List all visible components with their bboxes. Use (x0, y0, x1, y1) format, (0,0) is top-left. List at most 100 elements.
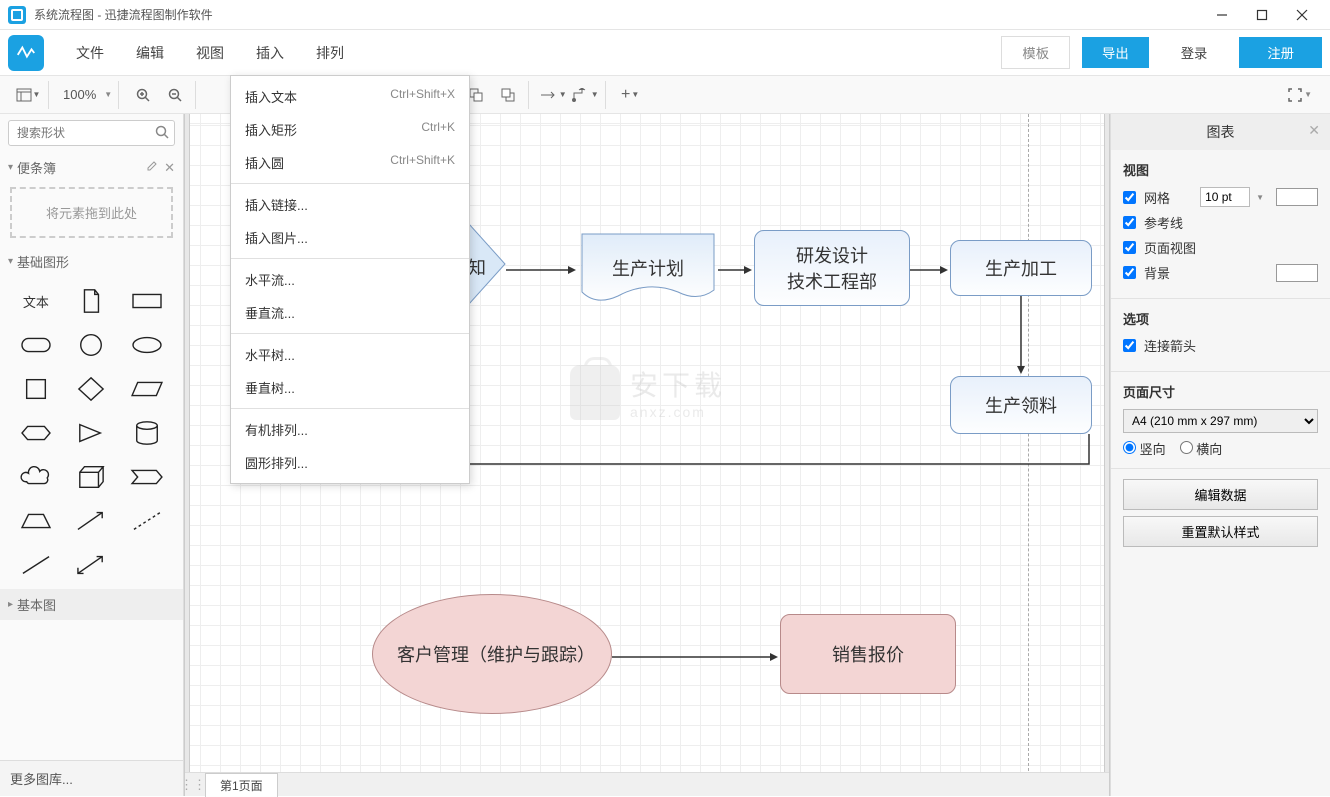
reset-style-button[interactable]: 重置默认样式 (1123, 516, 1318, 547)
background-color-swatch[interactable] (1276, 264, 1318, 282)
close-icon[interactable]: ✕ (164, 160, 175, 176)
shape-circle[interactable] (66, 327, 118, 363)
basic-shapes-header[interactable]: ▾ 基础图形 (0, 246, 183, 277)
menu-view[interactable]: 视图 (180, 37, 240, 69)
menubar: 文件 编辑 视图 插入 排列 模板 导出 登录 注册 (0, 30, 1330, 76)
view-mode-button[interactable]: ▼ (14, 82, 42, 108)
shape-step[interactable] (121, 459, 173, 495)
shape-ellipse[interactable] (121, 327, 173, 363)
landscape-radio[interactable] (1180, 441, 1193, 454)
chevron-down-icon: ▾ (8, 256, 13, 267)
shape-page[interactable] (66, 283, 118, 319)
portrait-radio[interactable] (1123, 441, 1136, 454)
flowchart-quote[interactable]: 销售报价 (780, 614, 956, 694)
vtree-item[interactable]: 垂直树... (231, 371, 469, 404)
shape-roundrect[interactable] (10, 327, 62, 363)
insert-circle-item[interactable]: 插入圆Ctrl+Shift+K (231, 146, 469, 179)
organic-item[interactable]: 有机排列... (231, 413, 469, 446)
htree-item[interactable]: 水平树... (231, 338, 469, 371)
toback-button[interactable] (494, 82, 522, 108)
pageview-checkbox[interactable] (1123, 241, 1136, 254)
line-style-button[interactable]: ▼ (539, 82, 567, 108)
flowchart-process[interactable]: 生产加工 (950, 240, 1092, 296)
guides-label: 参考线 (1144, 213, 1183, 232)
flow-connector (454, 434, 1094, 474)
search-icon[interactable] (155, 125, 169, 142)
flowchart-material[interactable]: 生产领料 (950, 376, 1092, 434)
export-button[interactable]: 导出 (1082, 37, 1149, 68)
app-logo[interactable] (8, 35, 44, 71)
basic-diagram-header[interactable]: ▸ 基本图 (0, 589, 183, 620)
edit-data-button[interactable]: 编辑数据 (1123, 479, 1318, 510)
insert-rect-item[interactable]: 插入矩形Ctrl+K (231, 113, 469, 146)
zoom-out-button[interactable] (161, 82, 189, 108)
register-button[interactable]: 注册 (1239, 37, 1322, 68)
shape-triangle[interactable] (66, 415, 118, 451)
shape-parallelogram[interactable] (121, 371, 173, 407)
flowchart-customer[interactable]: 客户管理（维护与跟踪） (372, 594, 612, 714)
vflow-item[interactable]: 垂直流... (231, 296, 469, 329)
shape-line-double-arrow[interactable] (66, 547, 118, 583)
grid-checkbox[interactable] (1123, 191, 1136, 204)
menu-arrange[interactable]: 排列 (300, 37, 360, 69)
grid-color-swatch[interactable] (1276, 188, 1318, 206)
shape-trapezoid[interactable] (10, 503, 62, 539)
grid-size-input[interactable] (1200, 187, 1250, 207)
scratchpad-header[interactable]: ▾ 便条簿 ✕ (0, 152, 183, 183)
close-icon[interactable]: ✕ (1308, 122, 1320, 139)
shape-diamond[interactable] (66, 371, 118, 407)
shape-cylinder[interactable] (121, 415, 173, 451)
scratchpad-label: 便条簿 (17, 158, 56, 177)
edit-icon[interactable] (146, 160, 158, 176)
shape-cube[interactable] (66, 459, 118, 495)
shape-hexagon[interactable] (10, 415, 62, 451)
minimize-button[interactable] (1202, 0, 1242, 30)
rp-actions-section: 编辑数据 重置默认样式 (1111, 469, 1330, 563)
shape-text[interactable]: 文本 (10, 283, 62, 319)
menu-file[interactable]: 文件 (60, 37, 120, 69)
lock-icon (570, 365, 620, 420)
template-button[interactable]: 模板 (1001, 36, 1070, 69)
background-label: 背景 (1144, 263, 1170, 282)
connector-style-button[interactable]: ▼ (571, 82, 599, 108)
basic-diagram-label: 基本图 (17, 595, 56, 614)
menu-insert[interactable]: 插入 (240, 37, 300, 69)
flowchart-plan[interactable]: 生产计划 (578, 230, 718, 306)
scratchpad-drop[interactable]: 将元素拖到此处 (10, 187, 173, 238)
drag-handle-icon[interactable]: ⋮⋮ (185, 777, 201, 793)
flow-arrow (910, 263, 950, 273)
zoom-in-button[interactable] (129, 82, 157, 108)
insert-image-item[interactable]: 插入图片... (231, 221, 469, 254)
more-shapes-button[interactable]: 更多图库... (0, 760, 183, 796)
left-panel: ▾ 便条簿 ✕ 将元素拖到此处 ▾ 基础图形 文本 (0, 114, 184, 796)
search-input[interactable] (8, 120, 175, 146)
circular-item[interactable]: 圆形排列... (231, 446, 469, 479)
shape-rect[interactable] (121, 283, 173, 319)
menu-edit[interactable]: 编辑 (120, 37, 180, 69)
maximize-button[interactable] (1242, 0, 1282, 30)
insert-link-item[interactable]: 插入链接... (231, 188, 469, 221)
pagesize-select[interactable]: A4 (210 mm x 297 mm) (1123, 409, 1318, 433)
basic-shapes-label: 基础图形 (17, 252, 69, 271)
rp-pagesize-title: 页面尺寸 (1123, 382, 1318, 401)
shape-line-arrow[interactable] (66, 503, 118, 539)
search-box (8, 120, 175, 146)
zoom-value[interactable]: 100% (59, 87, 100, 102)
main: ▾ 便条簿 ✕ 将元素拖到此处 ▾ 基础图形 文本 (0, 114, 1330, 796)
login-button[interactable]: 登录 (1161, 37, 1228, 68)
hflow-item[interactable]: 水平流... (231, 263, 469, 296)
page-tab[interactable]: 第1页面 (205, 773, 278, 797)
shape-line[interactable] (10, 547, 62, 583)
flowchart-rd[interactable]: 研发设计 技术工程部 (754, 230, 910, 306)
close-button[interactable] (1282, 0, 1322, 30)
landscape-label: 横向 (1196, 442, 1222, 457)
background-checkbox[interactable] (1123, 266, 1136, 279)
shape-square[interactable] (10, 371, 62, 407)
insert-text-item[interactable]: 插入文本Ctrl+Shift+X (231, 80, 469, 113)
conn-arrow-checkbox[interactable] (1123, 339, 1136, 352)
shape-cloud[interactable] (10, 459, 62, 495)
guides-checkbox[interactable] (1123, 216, 1136, 229)
shape-line-dashed[interactable] (121, 503, 173, 539)
fullscreen-button[interactable]: ▼ (1288, 88, 1322, 102)
add-button[interactable]: +▼ (616, 82, 644, 108)
